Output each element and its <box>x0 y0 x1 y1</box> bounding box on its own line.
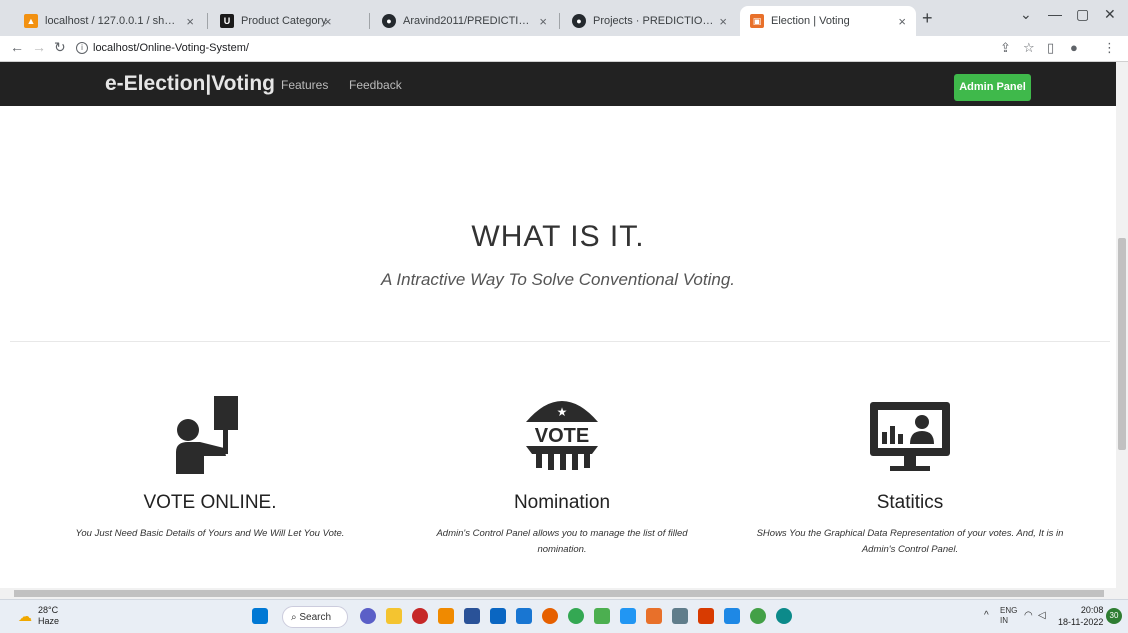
person-sign-icon <box>40 392 380 474</box>
maximize-icon[interactable]: ▢ <box>1076 6 1089 23</box>
u-logo-icon: U <box>220 14 234 28</box>
close-icon[interactable]: × <box>539 14 547 29</box>
feature-nomination: ★ VOTE Nomination Admin's Control Panel … <box>392 392 732 558</box>
back-icon[interactable]: ← <box>10 39 24 55</box>
tab-separator <box>559 13 560 29</box>
monitor-chart-icon <box>740 392 1080 474</box>
phpmyadmin-icon: ▲ <box>24 14 38 28</box>
feature-statitics: Statitics SHows You the Graphical Data R… <box>740 392 1080 558</box>
office-icon[interactable] <box>698 608 714 624</box>
file-explorer-icon[interactable] <box>386 608 402 624</box>
feature-title: Nomination <box>513 492 611 513</box>
tab-separator <box>369 13 370 29</box>
vertical-scrollbar[interactable] <box>1116 62 1128 588</box>
github-icon: ● <box>382 14 396 28</box>
chat-icon[interactable] <box>360 608 376 624</box>
nav-feedback[interactable]: Feedback <box>349 78 402 92</box>
feature-description: You Just Need Basic Details of Yours and… <box>75 528 345 539</box>
section-subtitle: A Intractive Way To Solve Conventional V… <box>380 270 736 289</box>
feature-description: SHows You the Graphical Data Representat… <box>756 528 1064 555</box>
tab-phpmyadmin[interactable]: ▲ localhost / 127.0.0.1 / shoppi × <box>14 6 204 36</box>
taskbar-search[interactable]: ⌕ Search <box>282 606 348 628</box>
forward-icon[interactable]: → <box>32 39 46 55</box>
windows-taskbar: ☁ 28°C Haze ⌕ Search ^ ENG IN ◠ ◁ 20:08 … <box>0 599 1128 633</box>
feature-vote-online: VOTE ONLINE. You Just Need Basic Details… <box>40 392 380 542</box>
chrome-icon[interactable] <box>568 608 584 624</box>
section-title: WHAT IS IT. <box>471 220 645 253</box>
app-icon[interactable] <box>412 608 428 624</box>
star-icon[interactable]: ☆ <box>1023 40 1035 56</box>
svg-text:VOTE: VOTE <box>535 425 589 447</box>
url-field[interactable]: localhost/Online-Voting-System/ <box>93 42 249 54</box>
vlc-icon[interactable] <box>438 608 454 624</box>
election-site-icon: ▣ <box>750 14 764 28</box>
tab-github-aravind[interactable]: ● Aravind2011/PREDICTION-OF × <box>372 6 557 36</box>
admin-panel-button[interactable]: Admin Panel <box>954 74 1031 101</box>
profile-icon[interactable]: ● <box>1070 40 1078 55</box>
side-panel-icon[interactable]: ▯ <box>1047 40 1054 56</box>
edge-icon[interactable] <box>776 608 792 624</box>
close-icon[interactable]: × <box>186 14 194 29</box>
tab-election-voting[interactable]: ▣ Election | Voting × <box>740 6 916 36</box>
feature-description: Admin's Control Panel allows you to mana… <box>436 528 688 555</box>
vote-box-icon: ★ VOTE <box>392 392 732 474</box>
site-navbar: e-Election|Voting Features Feedback Admi… <box>0 62 1116 106</box>
nav-features[interactable]: Features <box>281 78 328 92</box>
xampp-icon[interactable] <box>646 608 662 624</box>
app-icon[interactable] <box>750 608 766 624</box>
minimize-icon[interactable]: — <box>1048 6 1062 22</box>
tab-close-area: × <box>306 6 366 36</box>
vertical-scroll-thumb[interactable] <box>1118 238 1126 450</box>
close-icon[interactable]: × <box>324 14 332 29</box>
weather-widget[interactable]: 28°C Haze <box>38 605 59 627</box>
site-brand[interactable]: e-Election|Voting <box>105 72 275 96</box>
page-viewport: e-Election|Voting Features Feedback Admi… <box>0 62 1116 588</box>
share-icon[interactable]: ⇪ <box>1000 40 1011 56</box>
close-icon[interactable]: × <box>898 14 906 29</box>
app-icon[interactable] <box>464 608 480 624</box>
section-divider <box>10 341 1110 342</box>
clock[interactable]: 20:08 18-11-2022 <box>1058 604 1103 628</box>
firefox-icon[interactable] <box>542 608 558 624</box>
browser-tab-bar: ▲ localhost / 127.0.0.1 / shoppi × U Pro… <box>0 0 1128 36</box>
window-close-icon[interactable]: ✕ <box>1104 6 1116 23</box>
menu-icon[interactable]: ⋮ <box>1103 40 1116 56</box>
svg-text:★: ★ <box>557 405 568 419</box>
weather-icon[interactable]: ☁ <box>18 608 32 625</box>
info-icon[interactable]: i <box>76 42 88 54</box>
tray-chevron-icon[interactable]: ^ <box>984 610 989 621</box>
close-icon[interactable]: × <box>719 14 727 29</box>
address-bar: ← → ↻ i localhost/Online-Voting-System/ … <box>0 36 1128 62</box>
notes-icon[interactable] <box>594 608 610 624</box>
app-icon[interactable] <box>672 608 688 624</box>
tab-github-projects[interactable]: ● Projects · PREDICTION-OF-BR × <box>562 6 737 36</box>
volume-icon[interactable]: ◁ <box>1038 610 1046 621</box>
wifi-icon[interactable]: ◠ <box>1024 610 1033 621</box>
mail-icon[interactable] <box>516 608 532 624</box>
feature-title: Statitics <box>876 492 944 513</box>
language-indicator[interactable]: ENG IN <box>1000 606 1017 626</box>
feature-title: VOTE ONLINE. <box>143 492 277 513</box>
horizontal-scrollbar[interactable] <box>0 588 1128 599</box>
reload-icon[interactable]: ↻ <box>54 39 66 56</box>
windows-start-icon[interactable] <box>252 608 268 624</box>
tab-search-icon[interactable]: ⌄ <box>1020 6 1032 23</box>
app-icon[interactable] <box>490 608 506 624</box>
notification-badge[interactable]: 30 <box>1106 608 1122 624</box>
app-icon[interactable] <box>620 608 636 624</box>
horizontal-scroll-thumb[interactable] <box>14 590 1104 597</box>
app-icon[interactable] <box>724 608 740 624</box>
new-tab-icon[interactable]: + <box>922 8 933 29</box>
tab-separator <box>207 13 208 29</box>
github-icon: ● <box>572 14 586 28</box>
